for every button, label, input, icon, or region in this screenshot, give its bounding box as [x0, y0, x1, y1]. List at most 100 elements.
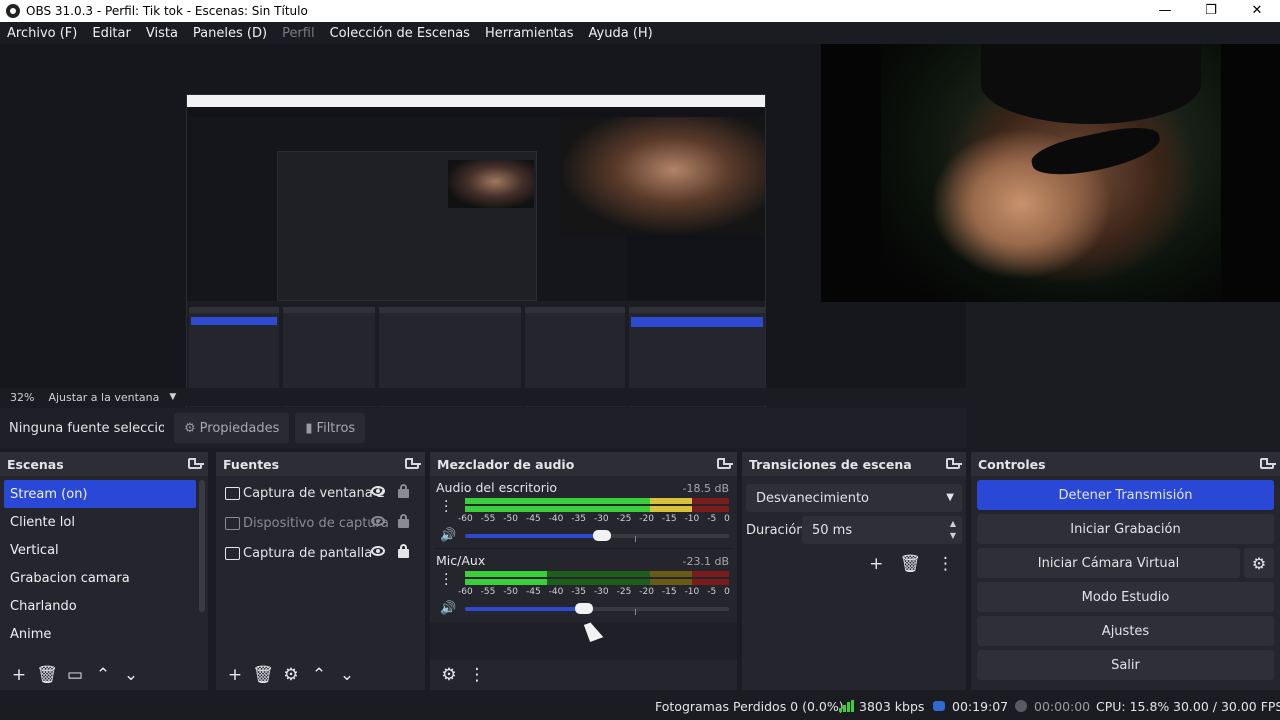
scenes-dock-header: Escenas — [0, 452, 208, 476]
add-source-icon[interactable]: + — [222, 664, 248, 686]
gear-icon[interactable]: ⚙ — [1244, 548, 1274, 578]
menu-archivo[interactable]: Archivo (F) — [7, 26, 77, 41]
minimize-button[interactable]: — — [1142, 0, 1188, 22]
scene-item-grabacion-camara[interactable]: Grabacion camara — [4, 564, 196, 592]
window-controls: — ❐ ✕ — [1142, 0, 1280, 22]
gear-icon[interactable]: ⚙ — [278, 664, 304, 686]
menu-perfil[interactable]: Perfil — [282, 26, 315, 41]
no-source-label: Ninguna fuente seleccionada — [9, 420, 164, 436]
source-item[interactable]: Captura de pantalla — [216, 538, 425, 568]
fps: 30.00 / 30.00 FPS — [1173, 699, 1280, 714]
sources-dock-title: Fuentes — [223, 456, 280, 472]
sources-dock-header: Fuentes — [216, 452, 425, 476]
arrow-down-icon[interactable]: ⌄ — [334, 664, 360, 686]
add-scene-icon[interactable]: + — [6, 664, 32, 686]
properties-button[interactable]: ⚙ Propiedades — [174, 413, 290, 443]
meter-tick-label: -10 — [684, 514, 700, 524]
start-recording-button[interactable]: Iniciar Grabación — [977, 514, 1274, 544]
meter-tick-label: -15 — [661, 514, 677, 524]
scene-item-vertical[interactable]: Vertical — [4, 536, 196, 564]
speaker-icon[interactable]: 🔊 — [440, 601, 456, 616]
settings-button[interactable]: Ajustes — [977, 616, 1274, 646]
menu-herramientas[interactable]: Herramientas — [485, 26, 574, 41]
stop-stream-button[interactable]: Detener Transmisión — [977, 480, 1274, 510]
source-label: Captura de pantalla — [243, 545, 373, 561]
filters-label: Filtros — [316, 420, 356, 436]
filters-button[interactable]: ▮ Filtros — [295, 413, 366, 443]
menu-editar[interactable]: Editar — [92, 26, 131, 41]
controls-dock-title: Controles — [978, 456, 1046, 472]
undock-icon[interactable] — [188, 458, 204, 469]
add-transition-icon[interactable]: + — [869, 554, 883, 574]
scene-filters-icon[interactable]: ▭ — [62, 664, 88, 686]
spin-arrows-icon[interactable]: ▲ ▼ — [950, 518, 956, 542]
channel-db: -18.5 dB — [682, 482, 730, 495]
menu-paneles[interactable]: Paneles (D) — [193, 26, 267, 41]
menu-dots-icon[interactable]: · · · — [444, 495, 448, 519]
meter-tick-label: -40 — [548, 587, 564, 597]
lock-icon[interactable] — [398, 514, 409, 528]
arrow-up-icon[interactable]: ⌃ — [306, 664, 332, 686]
eye-off-icon[interactable] — [371, 516, 385, 526]
transition-selected: Desvanecimiento — [756, 490, 870, 506]
filter-icon: ▮ — [305, 420, 313, 436]
speaker-icon[interactable]: 🔊 — [440, 528, 456, 543]
scene-item-anime[interactable]: Anime — [4, 620, 196, 648]
mixer-dock-header: Mezclador de audio — [430, 452, 737, 476]
scene-item-stream-on[interactable]: Stream (on) — [4, 480, 196, 508]
eye-icon[interactable] — [371, 546, 385, 556]
meter-tick-label: -50 — [503, 514, 519, 524]
meter-tick-label: -20 — [639, 514, 654, 524]
window-title: OBS 31.0.3 - Perfil: Tik tok - Escenas: … — [26, 4, 308, 18]
start-virtual-cam-button[interactable]: Iniciar Cámara Virtual — [977, 548, 1240, 578]
undock-icon[interactable] — [717, 458, 733, 469]
mixer-empty-area — [430, 622, 737, 660]
menu-dots-icon[interactable]: ⋮ — [464, 664, 490, 686]
exit-button[interactable]: Salir — [977, 650, 1274, 680]
lock-icon[interactable] — [398, 544, 409, 558]
transition-select[interactable]: Desvanecimiento ▼ — [746, 484, 962, 512]
advanced-audio-gear-icon[interactable]: ⚙ — [436, 664, 462, 686]
menu-coleccion-escenas[interactable]: Colección de Escenas — [330, 26, 470, 41]
source-item[interactable]: Captura de ventana 2 — [216, 478, 425, 508]
undock-icon[interactable] — [405, 458, 421, 469]
status-bar: Fotogramas Perdidos 0 (0.0%) 3803 kbps 0… — [0, 692, 1280, 720]
properties-label: Propiedades — [199, 420, 280, 436]
menu-dots-icon[interactable]: · · · — [444, 568, 448, 592]
arrow-up-icon[interactable]: ⌃ — [90, 664, 116, 686]
eye-icon[interactable] — [371, 486, 385, 496]
chevron-down-icon[interactable]: ▼ — [169, 392, 176, 402]
live-time: 00:19:07 — [952, 699, 1009, 714]
duration-input[interactable]: 50 ms ▲ ▼ — [802, 516, 962, 544]
camera-icon — [225, 516, 240, 530]
meter-tick-label: -55 — [480, 587, 496, 597]
lock-icon[interactable] — [398, 484, 409, 498]
trash-icon[interactable]: 🗑 — [250, 664, 276, 686]
monitor-icon — [225, 546, 240, 560]
volume-meter — [465, 498, 729, 514]
undock-icon[interactable] — [946, 458, 962, 469]
menu-dots-icon[interactable]: ⋮ — [937, 554, 954, 574]
camera-source-preview[interactable] — [821, 44, 1280, 302]
scene-list-scrollbar[interactable] — [199, 480, 205, 612]
trash-icon[interactable]: 🗑 — [34, 664, 60, 686]
scene-item-charlando[interactable]: Charlando — [4, 592, 196, 620]
zoom-fit-dropdown[interactable]: Ajustar a la ventana — [48, 391, 159, 404]
volume-slider[interactable] — [465, 530, 729, 542]
arrow-down-icon[interactable]: ⌄ — [118, 664, 144, 686]
studio-mode-button[interactable]: Modo Estudio — [977, 582, 1274, 612]
trash-icon[interactable]: 🗑 — [899, 554, 921, 574]
maximize-button[interactable]: ❐ — [1188, 0, 1234, 22]
menu-ayuda[interactable]: Ayuda (H) — [589, 26, 653, 41]
meter-tick-label: -25 — [616, 587, 632, 597]
source-item[interactable]: Dispositivo de captura — [216, 508, 425, 538]
volume-slider[interactable] — [465, 603, 729, 615]
record-icon — [1015, 700, 1027, 712]
nested-scene-selected — [191, 317, 277, 325]
meter-ticks: -60 -55 -50 -45 -40 -35 -30 -25 -20 -15 -10 -5 0 — [458, 587, 730, 597]
scene-item-cliente-lol[interactable]: Cliente lol — [4, 508, 196, 536]
undock-icon[interactable] — [1260, 458, 1276, 469]
menu-vista[interactable]: Vista — [146, 26, 178, 41]
meter-tick-label: -5 — [707, 514, 717, 524]
close-button[interactable]: ✕ — [1234, 0, 1280, 22]
